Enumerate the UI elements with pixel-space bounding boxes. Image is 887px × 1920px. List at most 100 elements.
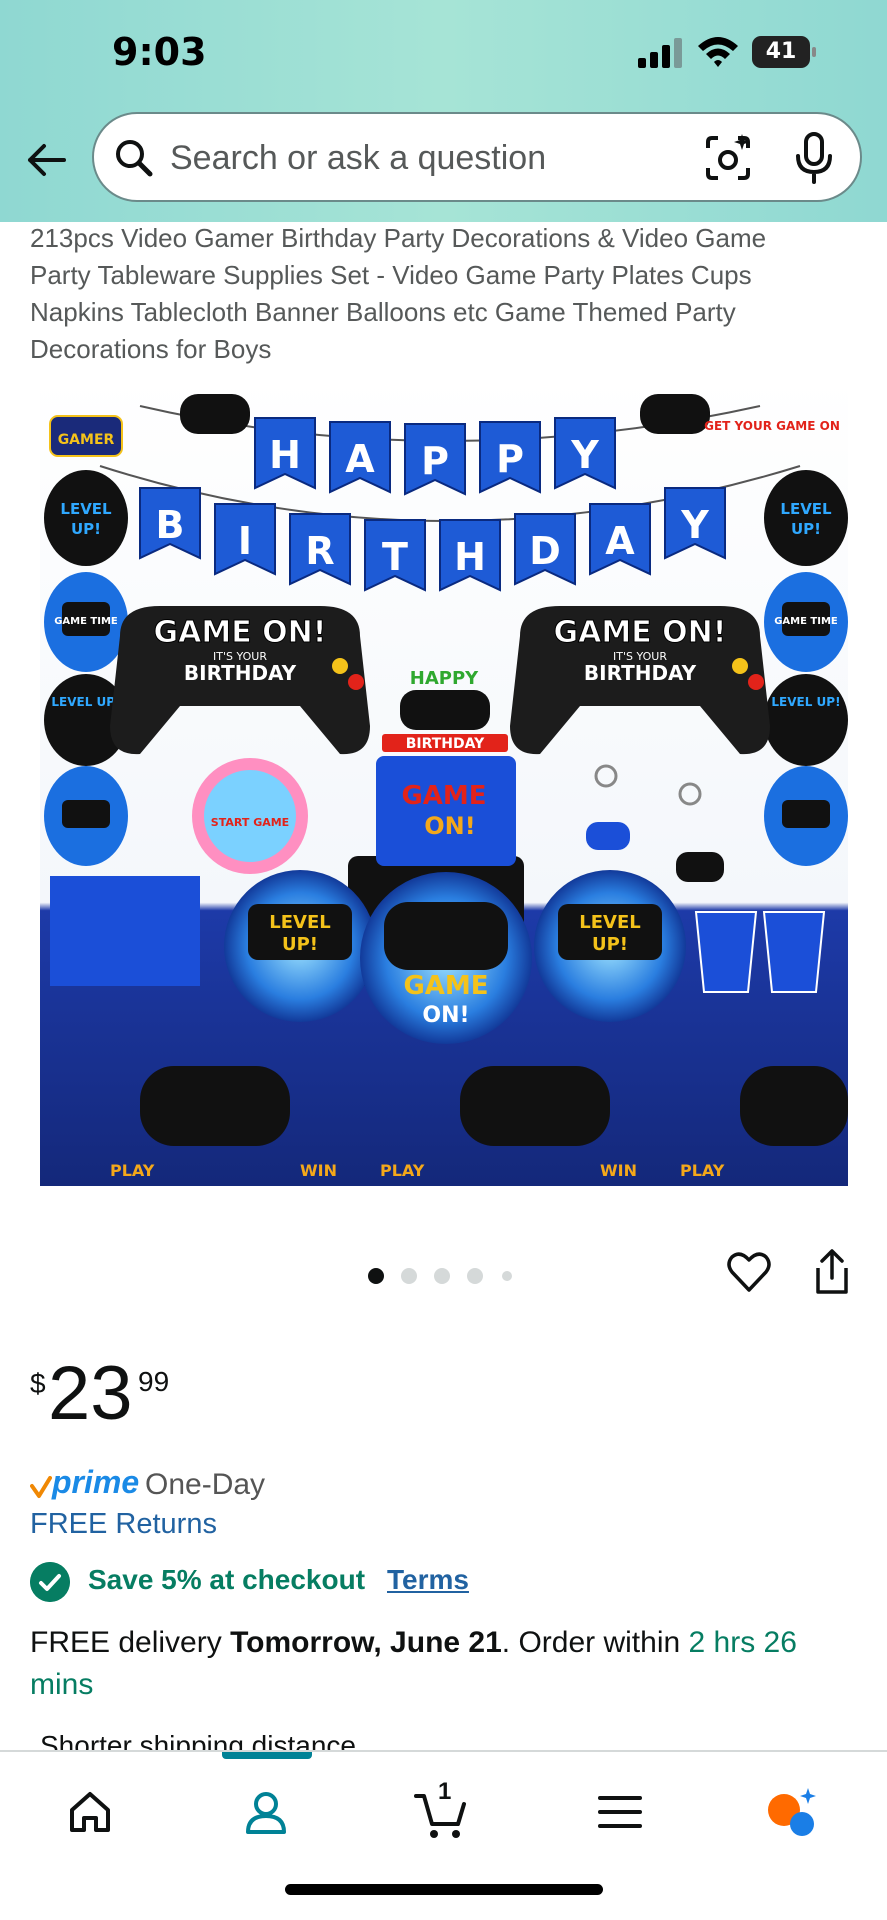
banner-letter: T	[382, 535, 408, 579]
camera-lens-icon[interactable]	[702, 132, 754, 184]
svg-text:LEVEL: LEVEL	[269, 912, 330, 933]
battery-level: 41	[752, 36, 810, 68]
svg-text:BIRTHDAY: BIRTHDAY	[584, 661, 697, 685]
delivery-middle: . Order within	[501, 1626, 689, 1659]
svg-text:GAMER: GAMER	[58, 432, 115, 448]
get-your-game-on-badge: GET YOUR GAME ON	[704, 419, 840, 433]
image-carousel-dots	[368, 1266, 518, 1286]
svg-text:ON!: ON!	[424, 812, 475, 840]
rufus-assistant-icon[interactable]	[762, 1782, 822, 1842]
status-time: 9:03	[112, 30, 207, 74]
svg-text:UP!: UP!	[71, 520, 101, 538]
plate-game-on-center: GAME ON!	[360, 872, 532, 1044]
svg-text:PLAY: PLAY	[110, 1161, 155, 1180]
cart-button[interactable]: 1	[412, 1778, 472, 1842]
menu-icon[interactable]	[590, 1782, 650, 1842]
svg-text:UP!: UP!	[791, 520, 821, 538]
banner-letter: Y	[680, 503, 709, 547]
active-tab-indicator	[222, 1752, 312, 1759]
wifi-icon	[698, 37, 738, 67]
svg-text:GAME ON!: GAME ON!	[554, 615, 727, 650]
svg-text:GAME: GAME	[401, 781, 486, 811]
balloon-blue-game-on-right	[764, 766, 848, 866]
banner-letter: D	[529, 529, 561, 573]
svg-text:BIRTHDAY: BIRTHDAY	[184, 661, 297, 685]
battery-icon: 41	[752, 36, 816, 68]
banner-letter: P	[496, 437, 524, 481]
carousel-dot[interactable]	[502, 1271, 512, 1281]
plate-level-up-left: LEVEL UP!	[224, 870, 376, 1022]
banner-letter: A	[345, 437, 375, 481]
svg-text:LEVEL UP!: LEVEL UP!	[51, 695, 120, 709]
banner-letter: H	[454, 535, 486, 579]
svg-text:ON!: ON!	[422, 1003, 469, 1028]
savings-text: Save 5% at checkout	[88, 1564, 366, 1595]
controller-pennant-right	[640, 394, 710, 434]
banner-letter: I	[238, 519, 252, 563]
status-bar: 9:03 41	[0, 0, 887, 105]
carousel-dot[interactable]	[467, 1268, 483, 1284]
search-bar[interactable]	[92, 112, 862, 202]
price-fraction: 99	[138, 1366, 170, 1397]
svg-text:GET YOUR GAME ON: GET YOUR GAME ON	[704, 419, 840, 433]
back-arrow-icon[interactable]	[24, 138, 68, 182]
svg-text:UP!: UP!	[282, 934, 318, 955]
svg-text:START GAME: START GAME	[211, 816, 289, 829]
balloon-blue-game-time-left: GAME TIME	[44, 572, 128, 672]
prime-check-icon	[30, 1476, 52, 1498]
banner-letter: Y	[570, 433, 599, 477]
svg-text:WIN: WIN	[300, 1161, 337, 1180]
prime-logo: prime	[52, 1464, 140, 1500]
delivery-info: FREE delivery Tomorrow, June 21. Order w…	[30, 1622, 860, 1706]
sticker-pack: START GAME	[192, 758, 308, 874]
home-indicator	[285, 1884, 603, 1895]
free-returns-link[interactable]: FREE Returns	[30, 1508, 217, 1541]
carousel-dot-active[interactable]	[368, 1268, 384, 1284]
svg-text:PLAY: PLAY	[380, 1161, 425, 1180]
gamer-badge: GAMER	[49, 415, 123, 457]
checkmark-badge-icon	[30, 1562, 70, 1602]
svg-text:LEVEL UP!: LEVEL UP!	[771, 695, 840, 709]
header-area: 9:03 41	[0, 0, 887, 222]
balloon-black-level-up-left: LEVEL UP!	[44, 470, 128, 566]
svg-text:BIRTHDAY: BIRTHDAY	[406, 736, 485, 752]
prime-speed: One-Day	[145, 1468, 266, 1501]
plate-level-up-right: LEVEL UP!	[534, 870, 686, 1022]
svg-text:GAME TIME: GAME TIME	[774, 616, 838, 627]
delivery-date: Tomorrow, June 21	[230, 1626, 502, 1659]
svg-text:GAME ON!: GAME ON!	[154, 615, 327, 650]
account-icon[interactable]	[236, 1782, 296, 1842]
svg-text:LEVEL: LEVEL	[60, 500, 112, 518]
search-input[interactable]	[170, 130, 670, 186]
controller-pennant-left	[180, 394, 250, 434]
svg-text:WIN: WIN	[600, 1161, 637, 1180]
napkins	[50, 876, 200, 986]
svg-text:HAPPY: HAPPY	[410, 668, 479, 689]
banner-letter: H	[269, 433, 301, 477]
product-title[interactable]: 213pcs Video Gamer Birthday Party Decora…	[30, 220, 830, 368]
svg-text:GAME: GAME	[403, 971, 488, 1001]
banner-happy: H A P P Y	[254, 417, 616, 496]
search-icon	[116, 140, 153, 177]
carousel-dot[interactable]	[401, 1268, 417, 1284]
svg-text:PLAY: PLAY	[680, 1161, 725, 1180]
banner-letter: P	[421, 439, 449, 483]
cart-count: 1	[438, 1778, 452, 1805]
price-whole: 23	[48, 1351, 133, 1436]
terms-link[interactable]: Terms	[387, 1564, 469, 1596]
microphone-icon[interactable]	[794, 132, 834, 184]
svg-text:LEVEL: LEVEL	[780, 500, 832, 518]
home-icon[interactable]	[60, 1782, 120, 1842]
svg-text:GAME TIME: GAME TIME	[54, 616, 118, 627]
balloon-black-level-up-right-2: LEVEL UP!	[764, 674, 848, 766]
product-image[interactable]: H A P P Y B I R T H D A Y GAMER GET YOUR…	[40, 376, 848, 1186]
banner-letter: B	[156, 503, 185, 547]
price-currency: $	[30, 1368, 46, 1399]
balloon-blue-game-on-left	[44, 766, 128, 866]
banner-letter: R	[305, 529, 334, 573]
share-icon[interactable]	[810, 1248, 854, 1296]
carousel-dot[interactable]	[434, 1268, 450, 1284]
battery-tip	[812, 47, 816, 57]
heart-icon[interactable]	[726, 1250, 772, 1294]
balloon-blue-game-time-right: GAME TIME	[764, 572, 848, 672]
